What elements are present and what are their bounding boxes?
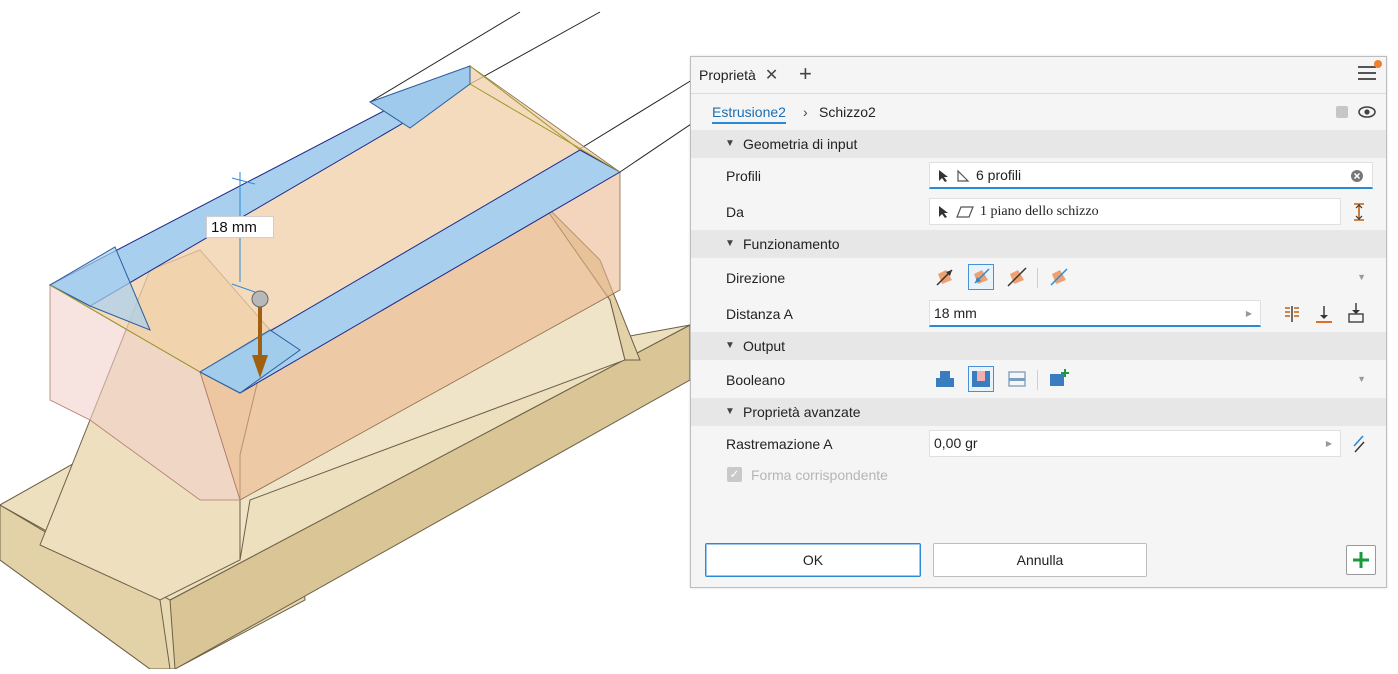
taper-row: Rastremazione A 0,00 gr ▶	[691, 426, 1386, 462]
profiles-selector[interactable]: 6 profili	[929, 162, 1373, 189]
section-output[interactable]: ▼ Output	[691, 332, 1386, 360]
properties-panel: Proprietà ✕ + Estrusione2 › Schizzo2 ▼ G…	[690, 56, 1387, 588]
through-all-icon[interactable]	[1347, 302, 1365, 324]
dropdown-icon[interactable]: ▼	[1357, 374, 1366, 384]
separator	[1037, 268, 1038, 288]
ok-button[interactable]: OK	[705, 543, 921, 577]
boolean-row: Booleano ▼	[691, 360, 1386, 398]
eye-icon[interactable]	[1358, 104, 1376, 120]
direction-icon	[1050, 268, 1068, 286]
distance-icon[interactable]	[1283, 304, 1301, 324]
value-menu-icon[interactable]: ▶	[1246, 301, 1252, 326]
to-face-icon[interactable]	[1315, 304, 1333, 324]
intersect-button[interactable]	[1004, 366, 1030, 392]
cut-icon	[972, 371, 990, 387]
model-view[interactable]	[0, 0, 701, 670]
section-title: Funzionamento	[743, 236, 840, 252]
distance-value: 18 mm	[934, 305, 977, 321]
collapse-triangle-icon: ▼	[725, 406, 735, 417]
intersect-icon	[1008, 371, 1026, 387]
section-input-geometry[interactable]: ▼ Geometria di input	[691, 130, 1386, 158]
join-icon	[936, 371, 954, 387]
new-solid-icon	[1050, 369, 1069, 386]
new-solid-button[interactable]	[1046, 366, 1072, 392]
taper-icon[interactable]	[1351, 434, 1367, 454]
notification-dot	[1374, 60, 1382, 68]
from-label: Da	[726, 204, 744, 220]
add-icon[interactable]	[1346, 545, 1376, 575]
dropdown-icon[interactable]: ▼	[1357, 272, 1366, 282]
3d-viewport[interactable]: 18 mm	[0, 0, 701, 670]
from-value: 1 piano dello schizzo	[980, 204, 1099, 219]
profiles-label: Profili	[726, 168, 762, 184]
distance-row: Distanza A 18 mm ▶	[691, 296, 1386, 332]
close-icon[interactable]: ✕	[765, 65, 778, 85]
join-button[interactable]	[932, 366, 958, 392]
from-selector[interactable]: 1 piano dello schizzo	[929, 198, 1341, 225]
chevron-right-icon: ›	[803, 104, 808, 120]
tab-title: Proprietà	[699, 67, 756, 83]
breadcrumb: Estrusione2 › Schizzo2	[691, 94, 1386, 130]
collapse-triangle-icon: ▼	[725, 138, 735, 149]
plus-icon[interactable]: +	[799, 63, 812, 85]
direction-icon	[1007, 267, 1027, 287]
section-advanced[interactable]: ▼ Proprietà avanzate	[691, 398, 1386, 426]
clear-icon[interactable]	[1350, 169, 1364, 183]
boolean-label: Booleano	[726, 372, 786, 388]
match-shape-row: ✓ Forma corrispondente	[691, 462, 1386, 492]
direction-label: Direzione	[726, 270, 786, 286]
dimension-label[interactable]: 18 mm	[206, 216, 274, 238]
direction-row: Direzione ▼	[691, 258, 1386, 296]
value-menu-icon[interactable]: ▶	[1326, 431, 1332, 456]
taper-input[interactable]: 0,00 gr ▶	[929, 430, 1341, 457]
distance-label: Distanza A	[726, 306, 793, 322]
collapse-triangle-icon: ▼	[725, 238, 735, 249]
direction-default-button[interactable]	[932, 264, 958, 290]
section-behavior[interactable]: ▼ Funzionamento	[691, 230, 1386, 258]
distance-input[interactable]: 18 mm ▶	[929, 300, 1261, 327]
cut-button[interactable]	[968, 366, 994, 392]
profile-icon	[957, 169, 970, 182]
menu-icon[interactable]	[1358, 66, 1376, 80]
plane-icon	[956, 206, 974, 218]
cancel-button[interactable]: Annulla	[933, 543, 1147, 577]
collapse-triangle-icon: ▼	[725, 340, 735, 351]
flip-icon[interactable]	[1351, 202, 1367, 222]
from-row: Da 1 piano dello schizzo	[691, 194, 1386, 230]
select-arrow-icon	[939, 170, 948, 182]
direction-icon	[974, 268, 990, 284]
direction-icon	[936, 269, 953, 286]
select-arrow-icon	[939, 206, 948, 218]
direction-asymmetric-button[interactable]	[1046, 264, 1072, 290]
taper-label: Rastremazione A	[726, 436, 833, 452]
breadcrumb-sketch[interactable]: Schizzo2	[819, 104, 876, 120]
section-title: Geometria di input	[743, 136, 858, 152]
tab-properties[interactable]: Proprietà ✕	[691, 57, 778, 93]
breadcrumb-feature[interactable]: Estrusione2	[712, 104, 786, 124]
taper-value: 0,00 gr	[934, 435, 978, 451]
panel-tabbar: Proprietà ✕ +	[691, 57, 1386, 94]
separator	[1037, 370, 1038, 390]
profiles-value: 6 profili	[976, 167, 1022, 183]
section-title: Output	[743, 338, 786, 354]
direction-symmetric-button[interactable]	[1004, 264, 1030, 290]
profiles-row: Profili 6 profili	[691, 158, 1386, 194]
match-shape-checkbox[interactable]: ✓	[727, 467, 742, 482]
match-shape-label: Forma corrispondente	[751, 467, 888, 483]
section-title: Proprietà avanzate	[743, 404, 861, 420]
preview-toggle-icon[interactable]	[1336, 106, 1348, 118]
direction-flipped-button[interactable]	[968, 264, 994, 290]
